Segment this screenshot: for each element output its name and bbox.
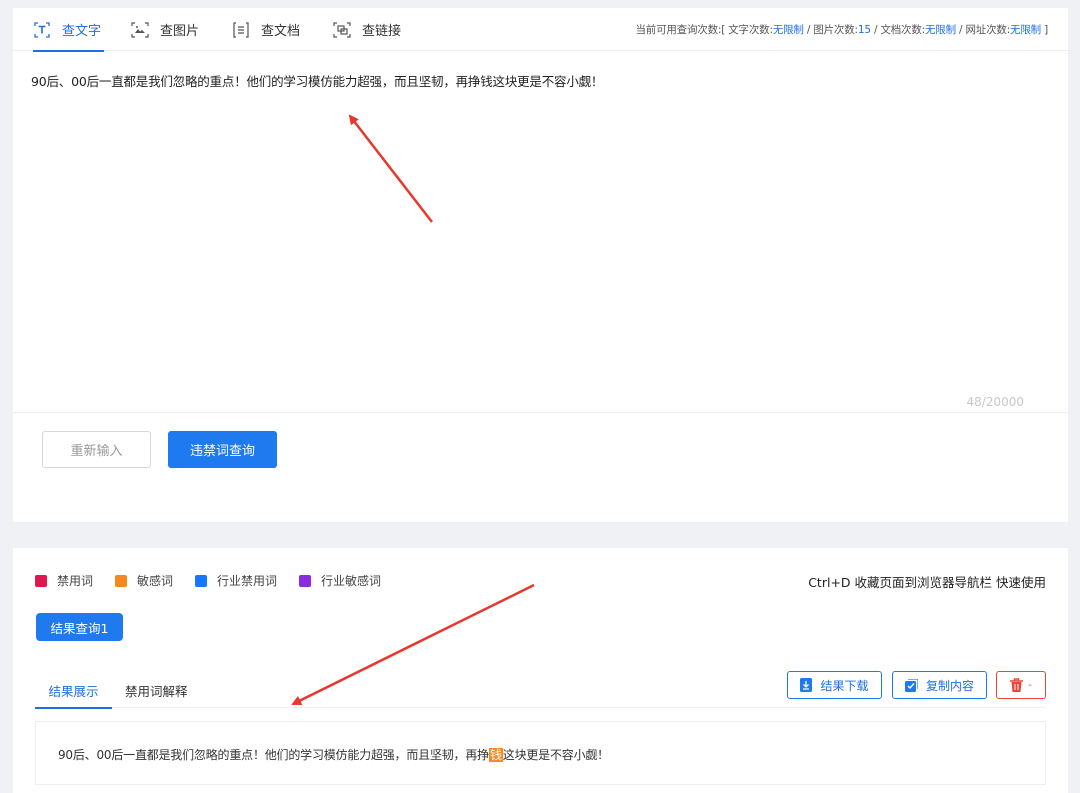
- legend-swatch-industry-banned: [195, 574, 207, 587]
- quota-image-count: 15: [857, 24, 871, 36]
- quota-suffix: ]: [1040, 24, 1048, 36]
- result-query-tag[interactable]: 结果查询1: [36, 613, 123, 641]
- legend-label-sensitive: 敏感词: [137, 574, 174, 588]
- tab-document-label: 查文档: [261, 24, 301, 39]
- result-text-after: 这块更是不容小觑！: [502, 748, 609, 762]
- tab-link-query[interactable]: 查链接: [333, 8, 401, 51]
- tab-text-query[interactable]: 查文字: [33, 8, 104, 52]
- legend-label-industry-sensitive: 行业敏感词: [321, 574, 382, 588]
- prohibited-word-query-button[interactable]: 违禁词查询: [168, 431, 277, 468]
- character-counter: 48/20000: [966, 395, 1025, 409]
- legend-label-banned: 禁用词: [57, 574, 94, 588]
- legend-label-industry-banned: 行业禁用词: [217, 574, 278, 588]
- text-query-panel: 查文字 查图片 查文档 查链接 当前可用查询次数:[ 文字次数:无限制 / 图片…: [13, 8, 1068, 522]
- delete-dropdown-caret: -: [1028, 679, 1032, 691]
- download-result-label: 结果下载: [820, 678, 869, 693]
- quota-url-count: 无限制: [1010, 24, 1041, 36]
- quota-sep-url: / 网址次数:: [955, 24, 1011, 36]
- bookmark-shortcut-hint: Ctrl+D 收藏页面到浏览器导航栏 快速使用: [808, 575, 1046, 590]
- tab-text-label: 查文字: [62, 24, 102, 39]
- quota-doc-count: 无限制: [924, 24, 956, 36]
- highlighted-sensitive-word[interactable]: 钱: [488, 748, 503, 762]
- quota-sep-image: / 图片次数:: [803, 24, 858, 36]
- copy-content-label: 复制内容: [925, 678, 974, 693]
- tab-link-label: 查链接: [362, 24, 402, 39]
- legend-item-banned: 禁用词: [35, 572, 93, 589]
- text-icon: [33, 21, 51, 38]
- delete-button[interactable]: -: [996, 671, 1046, 699]
- legend-swatch-industry-sensitive: [299, 574, 311, 587]
- reset-input-button[interactable]: 重新输入: [42, 431, 151, 468]
- tab-result-display[interactable]: 结果展示: [35, 673, 112, 709]
- text-input-area[interactable]: 90后、00后一直都是我们忽略的重点！他们的学习模仿能力超强，而且坚韧，再挣钱这…: [31, 71, 603, 90]
- download-result-button[interactable]: 结果下载: [787, 671, 882, 699]
- trash-icon: [1010, 678, 1024, 692]
- result-text: 90后、00后一直都是我们忽略的重点！他们的学习模仿能力超强，而且坚韧，再挣钱这…: [58, 746, 609, 763]
- link-icon: [333, 21, 351, 38]
- tab-banned-word-explanation[interactable]: 禁用词解释: [125, 673, 188, 708]
- result-display-box: 90后、00后一直都是我们忽略的重点！他们的学习模仿能力超强，而且坚韧，再挣钱这…: [35, 721, 1046, 785]
- copy-content-button[interactable]: 复制内容: [892, 671, 987, 699]
- image-icon: [131, 21, 149, 38]
- document-icon: [232, 21, 250, 38]
- quota-prefix: 当前可用查询次数:[ 文字次数:: [635, 24, 773, 36]
- copy-icon: [904, 678, 918, 692]
- divider: [13, 412, 1068, 413]
- quota-text-count: 无限制: [772, 24, 804, 36]
- result-panel: 禁用词 敏感词 行业禁用词 行业敏感词 Ctrl+D 收藏页面到浏览器导航栏 快…: [13, 548, 1068, 793]
- download-icon: [800, 678, 813, 692]
- quota-sep-doc: / 文档次数:: [870, 24, 925, 36]
- legend-item-industry-sensitive: 行业敏感词: [299, 572, 381, 589]
- query-type-tabs: 查文字 查图片 查文档 查链接 当前可用查询次数:[ 文字次数:无限制 / 图片…: [13, 8, 1068, 52]
- tab-document-query[interactable]: 查文档: [232, 8, 300, 51]
- tab-image-query[interactable]: 查图片: [131, 8, 199, 51]
- legend-swatch-sensitive: [115, 574, 127, 587]
- tab-image-label: 查图片: [160, 24, 200, 39]
- result-text-before: 90后、00后一直都是我们忽略的重点！他们的学习模仿能力超强，而且坚韧，再挣: [58, 748, 489, 762]
- query-quota-info: 当前可用查询次数:[ 文字次数:无限制 / 图片次数:15 / 文档次数:无限制…: [635, 22, 1048, 37]
- legend-swatch-banned: [35, 574, 47, 587]
- legend-item-industry-banned: 行业禁用词: [195, 572, 277, 589]
- legend-item-sensitive: 敏感词: [115, 572, 173, 589]
